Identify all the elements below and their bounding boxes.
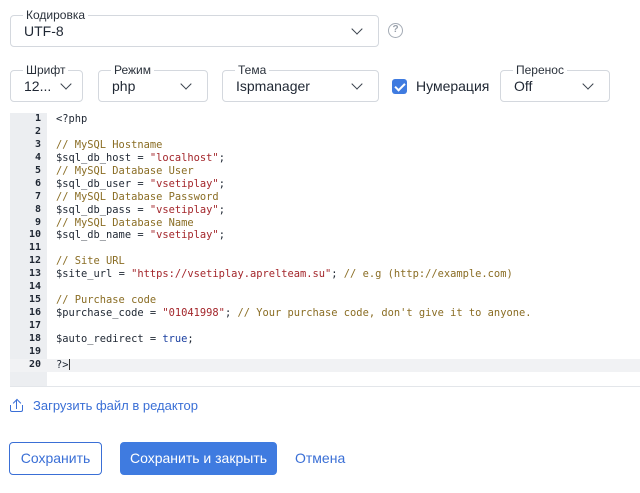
code-text: // MySQL Database Name: [56, 216, 194, 229]
save-and-close-button[interactable]: Сохранить и закрыть: [120, 442, 277, 475]
code-text: // MySQL Database Password: [56, 190, 219, 203]
mode-select[interactable]: Режим php: [98, 62, 208, 102]
line-number: 14: [28, 281, 41, 293]
code-line[interactable]: 19: [10, 346, 640, 359]
encoding-label: Кодировка: [23, 7, 89, 23]
save-button[interactable]: Сохранить: [9, 442, 102, 475]
code-line[interactable]: 5 // MySQL Database User: [10, 165, 640, 178]
mode-value: php: [112, 78, 136, 94]
wrap-select[interactable]: Перенос Off: [500, 62, 610, 102]
line-number: 17: [28, 320, 41, 331]
chevron-down-icon: [180, 78, 192, 90]
line-number: 1: [34, 113, 41, 124]
chevron-down-icon: [351, 23, 363, 35]
code-text: $auto_redirect = true;: [56, 332, 194, 345]
code-text: $sql_db_name = "vsetiplay";: [56, 229, 225, 242]
code-text: $purchase_code = "01041998"; // Your pur…: [56, 307, 532, 320]
line-number: 7: [34, 190, 41, 202]
code-line[interactable]: 6 $sql_db_user = "vsetiplay";: [10, 178, 640, 191]
line-number: 15: [28, 294, 41, 306]
code-line[interactable]: 15 // Purchase code: [10, 294, 640, 307]
wrap-label: Перенос: [513, 62, 567, 78]
code-line[interactable]: 14: [10, 281, 640, 294]
font-value: 12...: [24, 78, 52, 94]
line-number: 11: [28, 242, 41, 254]
code-line[interactable]: 7 // MySQL Database Password: [10, 191, 640, 204]
font-select[interactable]: Шрифт 12...: [10, 62, 83, 102]
code-text: // MySQL Hostname: [56, 138, 163, 151]
theme-label: Тема: [235, 62, 270, 78]
code-text: $sql_db_host = "localhost";: [56, 151, 225, 164]
code-lines: 1 <?php 2 3 // MySQL Hostname 4 $sql_db_host =…: [10, 113, 640, 372]
code-text: // Site URL: [56, 255, 125, 268]
upload-icon: [10, 398, 23, 412]
code-line[interactable]: 13 $site_url = "https://vsetiplay.aprelte…: [10, 268, 640, 281]
line-number: 2: [34, 125, 41, 137]
code-line[interactable]: 8 $sql_db_pass = "vsetiplay";: [10, 204, 640, 217]
upload-file-link[interactable]: Загрузить файл в редактор: [10, 398, 198, 413]
code-line[interactable]: 12 // Site URL: [10, 255, 640, 268]
line-number: 20: [28, 358, 41, 370]
code-line[interactable]: 11: [10, 242, 640, 255]
code-line[interactable]: 1 <?php: [10, 113, 640, 126]
line-number: 6: [34, 177, 41, 189]
line-number: 4: [34, 151, 41, 163]
code-line[interactable]: 9 // MySQL Database Name: [10, 217, 640, 230]
chevron-down-icon: [582, 78, 594, 90]
code-line[interactable]: 2: [10, 126, 640, 139]
line-number: 13: [28, 268, 41, 280]
line-number: 18: [28, 332, 41, 344]
line-number: 3: [34, 138, 41, 150]
code-line[interactable]: 20 ?>: [10, 358, 640, 372]
theme-value: Ispmanager: [236, 78, 310, 94]
encoding-select[interactable]: Кодировка UTF-8: [10, 7, 379, 47]
numbering-label: Нумерация: [416, 78, 490, 94]
code-editor[interactable]: 1 <?php 2 3 // MySQL Hostname 4 $sql_db_host =…: [10, 113, 640, 387]
line-number: 10: [28, 229, 41, 241]
theme-select[interactable]: Тема Ispmanager: [222, 62, 379, 102]
code-line[interactable]: 18 $auto_redirect = true;: [10, 333, 640, 346]
code-line[interactable]: 4 $sql_db_host = "localhost";: [10, 152, 640, 165]
code-text: <?php: [56, 113, 88, 125]
code-text: $sql_db_pass = "vsetiplay";: [56, 203, 225, 216]
code-text: $site_url = "https://vsetiplay.aprelteam…: [56, 268, 513, 281]
mode-label: Режим: [111, 62, 154, 78]
upload-file-label: Загрузить файл в редактор: [33, 398, 198, 413]
question-circle-icon[interactable]: ?: [388, 23, 403, 38]
code-text: // Purchase code: [56, 294, 157, 307]
numbering-checkbox[interactable]: [392, 79, 407, 94]
code-text: ?>: [56, 358, 70, 371]
text-cursor: [68, 358, 70, 370]
cancel-button[interactable]: Отмена: [294, 442, 345, 475]
chevron-down-icon: [60, 78, 72, 90]
chevron-down-icon: [351, 78, 363, 90]
code-line[interactable]: 16 $purchase_code = "01041998"; // Your p…: [10, 307, 640, 320]
line-number: 5: [34, 164, 41, 176]
code-line[interactable]: 10 $sql_db_name = "vsetiplay";: [10, 229, 640, 242]
line-number: 9: [34, 216, 41, 228]
code-text: // MySQL Database User: [56, 164, 194, 177]
code-line[interactable]: 17: [10, 320, 640, 333]
line-number: 12: [28, 255, 41, 267]
line-number: 19: [28, 345, 41, 357]
code-text: $sql_db_user = "vsetiplay";: [56, 177, 225, 190]
font-label: Шрифт: [23, 62, 69, 78]
wrap-value: Off: [514, 78, 533, 94]
encoding-value: UTF-8: [24, 23, 64, 39]
line-number: 16: [28, 307, 41, 319]
code-line[interactable]: 3 // MySQL Hostname: [10, 139, 640, 152]
line-number: 8: [34, 203, 41, 215]
